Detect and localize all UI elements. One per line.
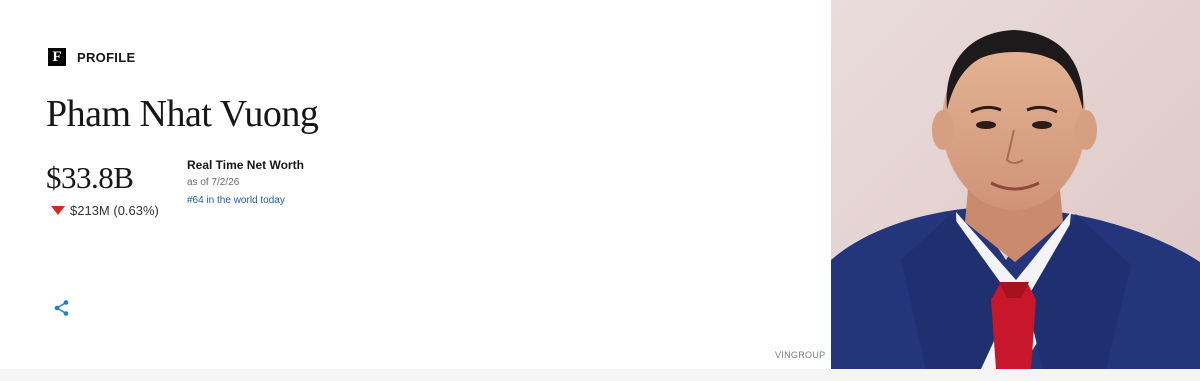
down-triangle-icon — [51, 206, 65, 215]
realtime-title: Real Time Net Worth — [187, 158, 304, 172]
forbes-logo-icon[interactable]: F — [48, 48, 66, 66]
profile-header: F PROFILE — [48, 47, 135, 67]
person-name: Pham Nhat Vuong — [46, 93, 319, 135]
net-worth-change: $213M (0.63%) — [51, 203, 159, 218]
photo-credit: VINGROUP — [775, 350, 826, 360]
net-worth-value: $33.8B — [46, 160, 134, 195]
section-label: PROFILE — [77, 49, 136, 65]
world-rank-link[interactable]: #64 in the world today — [187, 195, 285, 206]
change-amount: $213M (0.63%) — [70, 203, 159, 218]
share-icon — [54, 300, 69, 316]
share-button[interactable] — [53, 299, 71, 317]
profile-card: F PROFILE Pham Nhat Vuong $33.8B $213M (… — [0, 0, 1200, 369]
profile-photo — [831, 0, 1200, 369]
realtime-date: as of 7/2/26 — [187, 177, 240, 188]
